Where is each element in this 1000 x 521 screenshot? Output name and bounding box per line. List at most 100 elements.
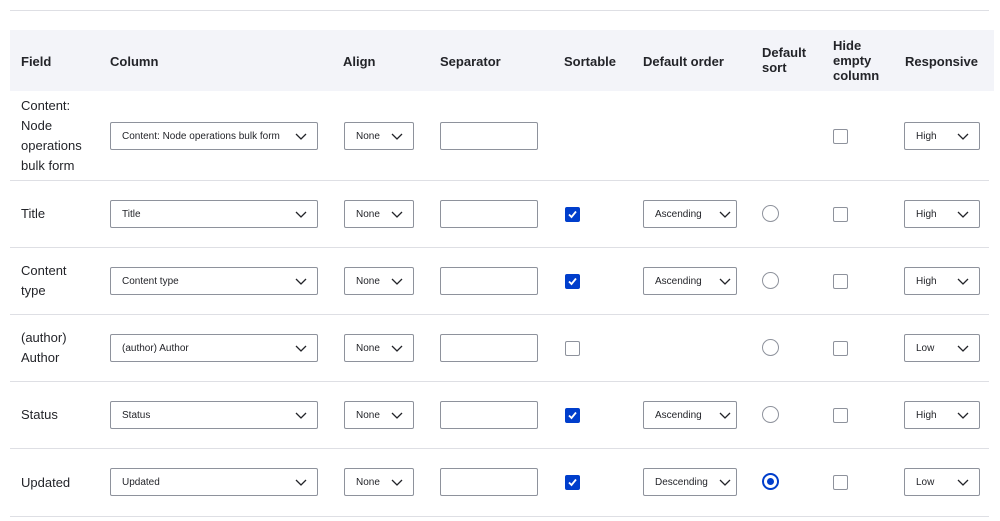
table-row: (author) Author (author) Author None Low [10,315,989,381]
separator-input[interactable] [440,468,538,496]
default-sort-radio[interactable] [762,473,779,490]
align-select-value: None [356,342,380,354]
column-select[interactable]: (author) Author [110,334,318,362]
align-select[interactable]: None [344,267,414,295]
responsive-select[interactable]: High [904,401,980,429]
header-hide-empty-line3: column [833,68,880,83]
responsive-select[interactable]: Low [904,334,980,362]
default-sort-radio[interactable] [762,406,779,423]
row-divider [10,247,989,248]
responsive-select[interactable]: Low [904,468,980,496]
row-divider [10,516,989,517]
header-default-sort-line1: Default [762,45,807,60]
table-row: Content type Content type None Ascending High [10,248,989,314]
header-default-sort: Default sort [762,45,806,75]
align-select[interactable]: None [344,122,414,150]
hide-empty-checkbox[interactable] [833,207,848,222]
column-select[interactable]: Title [110,200,318,228]
chevron-down-icon [391,410,403,420]
field-label: Status [21,405,58,425]
field-label: Content type [21,261,67,301]
default-order-value: Descending [655,476,708,488]
chevron-down-icon [295,209,307,219]
row-divider [10,180,989,181]
header-hide-empty-line2: empty [833,53,872,68]
field-label: Title [21,204,45,224]
default-sort-radio[interactable] [762,339,779,356]
chevron-down-icon [957,209,969,219]
separator-input[interactable] [440,122,538,150]
responsive-select-value: Low [916,342,935,354]
separator-input[interactable] [440,334,538,362]
sortable-checkbox[interactable] [565,207,580,222]
column-select-value: Updated [122,476,160,488]
chevron-down-icon [719,410,731,420]
field-label-line: Status [21,407,58,422]
field-label-line: operations [21,138,82,153]
responsive-select[interactable]: High [904,122,980,150]
chevron-down-icon [391,477,403,487]
align-select[interactable]: None [344,401,414,429]
column-select-value: Content: Node operations bulk form [122,130,280,142]
default-order-select[interactable]: Ascending [643,200,737,228]
chevron-down-icon [719,477,731,487]
table-row: Status Status None Ascending High [10,382,989,448]
responsive-select-value: High [916,275,937,287]
default-order-value: Ascending [655,208,702,220]
row-divider [10,381,989,382]
default-order-select[interactable]: Ascending [643,267,737,295]
default-sort-radio[interactable] [762,205,779,222]
chevron-down-icon [957,343,969,353]
row-divider [10,314,989,315]
header-sortable: Sortable [564,54,617,69]
chevron-down-icon [957,410,969,420]
column-select[interactable]: Content: Node operations bulk form [110,122,318,150]
chevron-down-icon [957,131,969,141]
separator-input[interactable] [440,200,538,228]
responsive-select[interactable]: High [904,200,980,228]
responsive-select-value: High [916,208,937,220]
table-row: Updated Updated None Descending Low [10,449,989,516]
responsive-select-value: High [916,409,937,421]
align-select-value: None [356,275,380,287]
field-label: Updated [21,473,70,493]
align-select-value: None [356,130,380,142]
field-label-line: Content: [21,98,71,113]
default-sort-radio[interactable] [762,272,779,289]
default-order-select[interactable]: Ascending [643,401,737,429]
separator-input[interactable] [440,267,538,295]
responsive-select-value: Low [916,476,935,488]
separator-input[interactable] [440,401,538,429]
field-label-line: Updated [21,475,71,490]
align-select-value: None [356,208,380,220]
column-select[interactable]: Content type [110,267,318,295]
row-divider [10,448,989,449]
field-label-line: Title [21,206,46,221]
chevron-down-icon [719,276,731,286]
header-field: Field [21,54,52,69]
align-select[interactable]: None [344,200,414,228]
sortable-checkbox[interactable] [565,408,580,423]
field-label-line: Author [21,350,60,365]
hide-empty-checkbox[interactable] [833,341,848,356]
default-order-select[interactable]: Descending [643,468,737,496]
default-order-value: Ascending [655,275,702,287]
align-select[interactable]: None [344,334,414,362]
responsive-select[interactable]: High [904,267,980,295]
hide-empty-checkbox[interactable] [833,129,848,144]
column-select[interactable]: Updated [110,468,318,496]
column-select[interactable]: Status [110,401,318,429]
sortable-checkbox[interactable] [565,475,580,490]
align-select[interactable]: None [344,468,414,496]
hide-empty-checkbox[interactable] [833,274,848,289]
hide-empty-checkbox[interactable] [833,408,848,423]
table-row: Title Title None Ascending High [10,181,989,247]
column-select-value: Status [122,409,151,421]
header-hide-empty-line1: Hide [833,38,862,53]
sortable-checkbox[interactable] [565,341,580,356]
hide-empty-checkbox[interactable] [833,475,848,490]
default-order-value: Ascending [655,409,702,421]
sortable-checkbox[interactable] [565,274,580,289]
header-default-order: Default order [643,54,724,69]
chevron-down-icon [391,276,403,286]
